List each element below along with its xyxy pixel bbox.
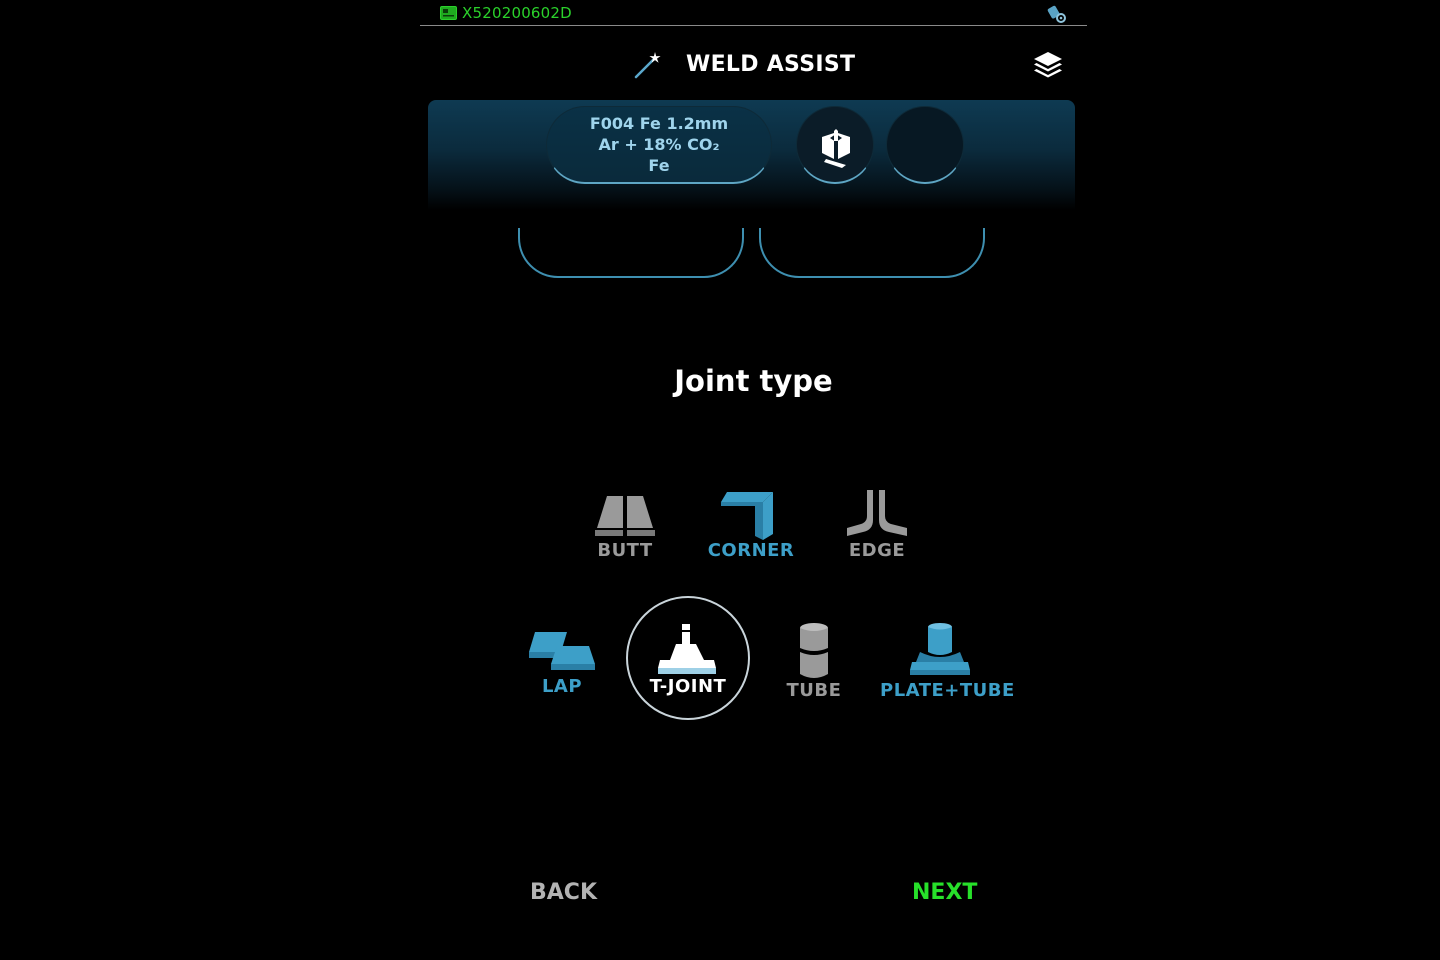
shielding-gas: Ar + 18% CO₂: [598, 135, 720, 154]
joint-option-butt[interactable]: BUTT: [565, 490, 685, 562]
joint-label: LAP: [541, 676, 583, 697]
joint-label: TUBE: [786, 680, 842, 701]
next-button[interactable]: NEXT: [912, 880, 977, 905]
t-joint-icon: [658, 624, 716, 674]
back-button[interactable]: BACK: [530, 880, 597, 905]
header: WELD ASSIST: [420, 45, 1087, 85]
lap-joint-icon: [529, 632, 595, 670]
joint-label: T-JOINT: [649, 676, 727, 697]
joint-option-t-joint[interactable]: T-JOINT: [628, 624, 748, 698]
joint-option-plate-tube[interactable]: PLATE+TUBE: [880, 622, 1015, 702]
wire-type: F004 Fe 1.2mm: [589, 114, 729, 133]
parameter-slot-right[interactable]: [759, 228, 985, 278]
butt-joint-icon: [595, 496, 655, 536]
device-id-text: X520200602D: [462, 4, 572, 22]
page-title: WELD ASSIST: [686, 52, 856, 77]
layers-icon[interactable]: [1032, 50, 1064, 80]
joint-option-corner[interactable]: CORNER: [691, 490, 811, 562]
joint-option-edge[interactable]: EDGE: [817, 490, 937, 562]
joint-label: PLATE+TUBE: [880, 680, 1015, 701]
joint-label: CORNER: [707, 540, 795, 561]
weld-config-bar: F004 Fe 1.2mm Ar + 18% CO₂ Fe: [428, 100, 1075, 210]
device-id: X520200602D: [440, 4, 572, 22]
edge-joint-icon: [847, 490, 907, 536]
card-icon: [440, 6, 457, 20]
magic-wand-icon: [634, 52, 661, 79]
wire-gas-selector[interactable]: F004 Fe 1.2mm Ar + 18% CO₂ Fe: [546, 106, 772, 184]
tube-joint-icon: [800, 623, 828, 678]
corner-joint-icon: [721, 492, 773, 540]
material: Fe: [648, 156, 670, 175]
torch-icon: [822, 129, 850, 168]
joint-option-lap[interactable]: LAP: [502, 624, 622, 698]
section-title: Joint type: [674, 364, 833, 398]
joint-label: BUTT: [597, 540, 653, 561]
empty-slot-button[interactable]: [886, 106, 964, 184]
torch-button[interactable]: [796, 106, 874, 184]
gear-badge-icon[interactable]: [1047, 4, 1067, 24]
parameter-slot-left[interactable]: [518, 228, 744, 278]
joint-option-tube[interactable]: TUBE: [754, 622, 874, 702]
status-bar: X520200602D: [420, 0, 1087, 26]
joint-label: EDGE: [848, 540, 906, 561]
plate-tube-joint-icon: [910, 623, 970, 675]
weld-assist-screen: X520200602D WELD ASSIST F004 Fe 1.2mm Ar…: [420, 0, 1087, 960]
